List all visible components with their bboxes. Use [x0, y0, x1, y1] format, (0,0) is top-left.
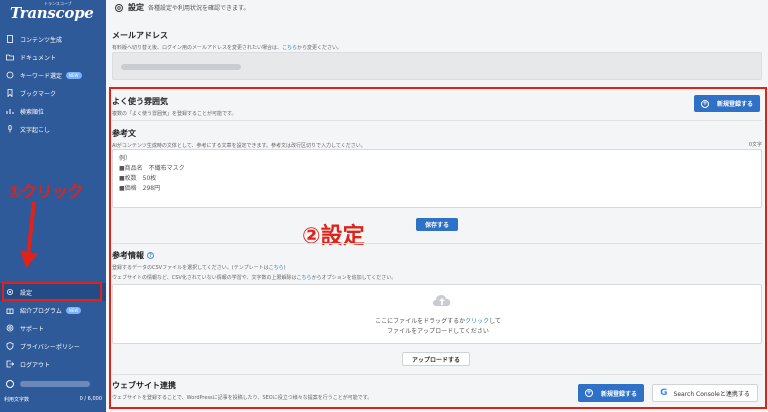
bookmark-icon [6, 89, 14, 97]
page-description: 各種設定や利用状況を確認できます。 [148, 5, 250, 12]
annotation-arrow-icon [20, 201, 38, 268]
website-add-button[interactable]: + 新規登録する [578, 384, 644, 402]
plus-circle-icon: + [584, 389, 593, 397]
email-value-redacted [121, 64, 241, 70]
keyword-icon [6, 71, 14, 79]
sidebar-item-content-generation[interactable]: コンテンツ生成 [0, 30, 106, 48]
dropzone-text-1: ここにファイルをドラッグするかクリックして [375, 318, 501, 325]
sidebar-item-support[interactable]: サポート [0, 319, 106, 337]
sidebar-item-bookmark[interactable]: ブックマーク [0, 84, 106, 102]
sidebar-item-ranking[interactable]: 検索順位 [0, 102, 106, 120]
divider [112, 120, 762, 121]
new-badge: NEW [65, 306, 82, 314]
tone-description: 複数の「よく使う雰囲気」を登録することが可能です。 [112, 111, 237, 117]
sidebar: Transcope トランスコープ コンテンツ生成 ドキュメント キーワード選定… [0, 0, 106, 412]
template-link[interactable]: こちら [269, 265, 284, 271]
sidebar-item-label: 文字起こし [20, 126, 51, 134]
reference-info-description-1: 登録するデータのCSVファイルを選択してください。(テンプレートはこちら) [112, 265, 286, 271]
page-header: 設定 各種設定や利用状況を確認できます。 [114, 2, 249, 13]
sidebar-item-label: 紹介プログラム [20, 307, 62, 315]
reference-text-description: AIがコンテンツ生成時の文体として、参考にする文章を設定できます。参考文は改行区… [112, 143, 366, 149]
reference-text-section: 参考文 AIがコンテンツ生成時の文体として、参考にする文章を設定できます。参考文… [112, 128, 762, 149]
sidebar-item-privacy[interactable]: プライバシーポリシー [0, 337, 106, 355]
placeholder-line: ■枚数 50枚 [119, 175, 157, 182]
reference-info-section: 参考情報? 登録するデータのCSVファイルを選択してください。(テンプレートはこ… [112, 250, 762, 281]
reference-text-title: 参考文 [112, 129, 136, 138]
cloud-upload-icon [433, 294, 451, 306]
sidebar-item-label: ログアウト [20, 361, 51, 369]
sidebar-item-documents[interactable]: ドキュメント [0, 48, 106, 66]
upload-button[interactable]: アップロードする [402, 352, 470, 366]
sidebar-item-referral[interactable]: 紹介プログラム NEW [0, 301, 106, 319]
avatar-icon [6, 380, 14, 388]
main-content: 設定 各種設定や利用状況を確認できます。 メールアドレス 有料版へ切り替え後、ロ… [106, 0, 768, 412]
sidebar-item-keyword[interactable]: キーワード選定 NEW [0, 66, 106, 84]
char-count: 0文字 [748, 142, 762, 148]
support-icon [6, 324, 14, 332]
gear-icon [115, 3, 123, 12]
app-logo-subtitle: トランスコープ [44, 1, 72, 6]
page-title: 設定 [128, 3, 144, 12]
document-icon [6, 35, 14, 43]
sidebar-item-label: ドキュメント [20, 54, 57, 62]
reference-text-input[interactable]: 例） ■商品名 不織布マスク ■枚数 50枚 ■価格 298円 [112, 149, 762, 208]
dropzone-text-2: ファイルをアップロードしてください [387, 328, 489, 335]
placeholder-line: 例） [119, 155, 132, 162]
email-change-link[interactable]: こちら [282, 45, 297, 51]
user-account[interactable] [6, 378, 100, 390]
microphone-icon [6, 125, 14, 133]
user-email-redacted [20, 381, 90, 387]
file-dropzone[interactable]: ここにファイルをドラッグするかクリックして ファイルをアップロードしてください [112, 284, 762, 344]
sidebar-item-label: プライバシーポリシー [20, 343, 80, 351]
search-console-button[interactable]: G Search Consoleと連携する [652, 384, 758, 402]
placeholder-line: ■価格 298円 [119, 185, 161, 192]
email-title: メールアドレス [112, 31, 168, 40]
option-link[interactable]: こちら [297, 275, 312, 281]
annotation-setting-label: ②設定 [302, 224, 365, 249]
dropzone-click-link[interactable]: クリック [465, 318, 489, 325]
email-section: メールアドレス 有料版へ切り替え後、ログイン用のメールアドレスを変更されたい場合… [112, 30, 762, 51]
email-field[interactable] [112, 52, 762, 80]
chart-icon [6, 107, 14, 115]
sidebar-item-label: 検索順位 [20, 108, 45, 116]
tone-title: よく使う雰囲気 [112, 97, 168, 106]
email-description: 有料版へ切り替え後、ログイン用のメールアドレスを変更されたい場合は、こちらから変… [112, 45, 343, 51]
annotation-click-label: ①クリック [8, 182, 84, 201]
reference-info-description-2: ウェブサイトの情報など、CSV化されていない情報の学習や、文字数の上限解除はこち… [112, 275, 397, 281]
plus-circle-icon: + [700, 99, 709, 108]
sidebar-item-logout[interactable]: ログアウト [0, 355, 106, 373]
tone-add-button[interactable]: + 新規登録する [694, 95, 760, 112]
gift-icon [6, 306, 14, 314]
divider [112, 374, 762, 375]
sidebar-item-label: サポート [20, 325, 45, 333]
sidebar-item-label: コンテンツ生成 [20, 36, 63, 44]
reference-info-title: 参考情報? [112, 250, 762, 261]
sidebar-item-transcription[interactable]: 文字起こし [0, 120, 106, 138]
google-icon: G [660, 388, 668, 398]
tone-section: よく使う雰囲気 複数の「よく使う雰囲気」を登録することが可能です。 [112, 96, 762, 117]
divider [112, 243, 762, 244]
folder-icon [6, 53, 14, 61]
usage-counter: 利用文字数 0 / 6,000 [4, 396, 102, 403]
new-badge: NEW [66, 71, 82, 79]
annotation-box-settings [2, 282, 102, 301]
shield-icon [6, 342, 14, 350]
usage-value: 0 / 6,000 [79, 396, 102, 402]
usage-label: 利用文字数 [4, 397, 30, 403]
placeholder-line: ■商品名 不織布マスク [119, 165, 185, 172]
sidebar-item-label: ブックマーク [20, 90, 57, 98]
logout-icon [6, 360, 14, 368]
sidebar-item-label: キーワード選定 [20, 72, 63, 80]
save-button[interactable]: 保存する [416, 218, 458, 231]
help-icon[interactable]: ? [147, 252, 154, 259]
